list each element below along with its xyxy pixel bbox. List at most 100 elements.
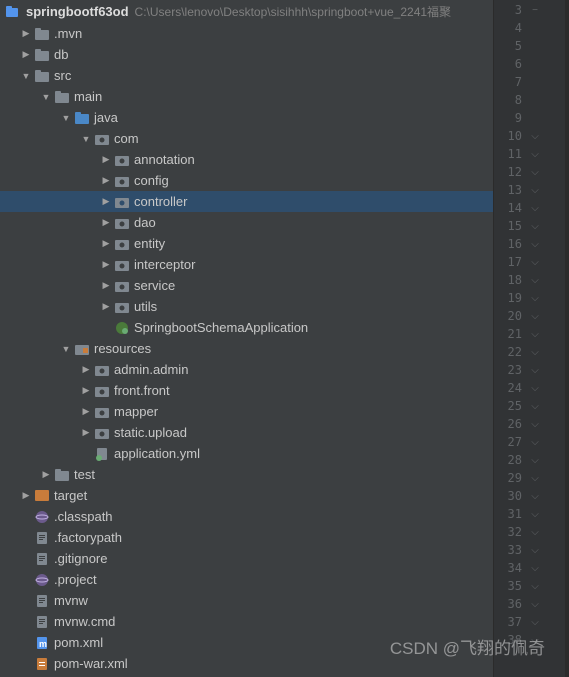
gutter-line[interactable]: 26⌵ [494,415,565,433]
gutter-marker-icon[interactable]: ⌵ [528,527,542,538]
gutter-marker-icon[interactable]: ⌵ [528,437,542,448]
gutter-line[interactable]: 4 [494,19,565,37]
gutter-marker-icon[interactable]: ⌵ [528,455,542,466]
expand-arrow-icon[interactable]: ▶ [80,427,92,439]
gutter-line[interactable]: 38⌵ [494,631,565,649]
gutter-line[interactable]: 21⌵ [494,325,565,343]
gutter-line[interactable]: 29⌵ [494,469,565,487]
gutter-line[interactable]: 36⌵ [494,595,565,613]
gutter-line[interactable]: 7 [494,73,565,91]
tree-item-gitignore[interactable]: .gitignore [0,548,493,569]
gutter-marker-icon[interactable]: ⌵ [528,599,542,610]
gutter-marker-icon[interactable]: ⌵ [528,257,542,268]
gutter-line[interactable]: 28⌵ [494,451,565,469]
expand-arrow-icon[interactable]: ▶ [80,385,92,397]
tree-item-target[interactable]: ▶ target [0,485,493,506]
gutter-line[interactable]: 27⌵ [494,433,565,451]
gutter-line[interactable]: 6 [494,55,565,73]
gutter-marker-icon[interactable]: ⌵ [528,221,542,232]
gutter-line[interactable]: 32⌵ [494,523,565,541]
tree-item-java[interactable]: ▼ java [0,107,493,128]
gutter-line[interactable]: 22⌵ [494,343,565,361]
expand-arrow-icon[interactable]: ▶ [20,49,32,61]
gutter-line[interactable]: 14⌵ [494,199,565,217]
tree-item-app-yml[interactable]: application.yml [0,443,493,464]
gutter-line[interactable]: 18⌵ [494,271,565,289]
tree-item-resources[interactable]: ▼ resources [0,338,493,359]
gutter-marker-icon[interactable]: ⌵ [528,563,542,574]
gutter-marker-icon[interactable]: ⌵ [528,509,542,520]
tree-item-mvnw[interactable]: mvnw [0,590,493,611]
tree-item-mvn[interactable]: ▶ .mvn [0,23,493,44]
gutter-marker-icon[interactable]: − [528,5,542,16]
tree-item-mapper[interactable]: ▶ mapper [0,401,493,422]
gutter-line[interactable]: 30⌵ [494,487,565,505]
gutter-line[interactable]: 35⌵ [494,577,565,595]
gutter-marker-icon[interactable]: ⌵ [528,149,542,160]
collapse-arrow-icon[interactable]: ▼ [40,91,52,103]
gutter-marker-icon[interactable]: ⌵ [528,617,542,628]
tree-item-src[interactable]: ▼ src [0,65,493,86]
expand-arrow-icon[interactable]: ▶ [100,238,112,250]
tree-item-dao[interactable]: ▶ dao [0,212,493,233]
gutter-marker-icon[interactable]: ⌵ [528,311,542,322]
tree-item-pom-xml[interactable]: m pom.xml [0,632,493,653]
gutter-line[interactable]: 25⌵ [494,397,565,415]
project-tree-panel[interactable]: springbootf63od C:\Users\lenovo\Desktop\… [0,0,493,677]
expand-arrow-icon[interactable]: ▶ [80,406,92,418]
tree-item-springboot-app[interactable]: SpringbootSchemaApplication [0,317,493,338]
gutter-marker-icon[interactable]: ⌵ [528,419,542,430]
expand-arrow-icon[interactable]: ▶ [100,175,112,187]
gutter-line[interactable]: 20⌵ [494,307,565,325]
gutter-line[interactable]: 15⌵ [494,217,565,235]
tree-item-project[interactable]: .project [0,569,493,590]
gutter-line[interactable]: 9 [494,109,565,127]
gutter-marker-icon[interactable]: ⌵ [528,581,542,592]
tree-item-main[interactable]: ▼ main [0,86,493,107]
gutter-marker-icon[interactable]: ⌵ [528,383,542,394]
gutter-marker-icon[interactable]: ⌵ [528,545,542,556]
gutter-line[interactable]: 16⌵ [494,235,565,253]
expand-arrow-icon[interactable]: ▶ [100,154,112,166]
gutter-line[interactable]: 5 [494,37,565,55]
expand-arrow-icon[interactable]: ▶ [100,280,112,292]
gutter-marker-icon[interactable]: ⌵ [528,347,542,358]
gutter-line[interactable]: 19⌵ [494,289,565,307]
tree-item-static-upload[interactable]: ▶ static.upload [0,422,493,443]
collapse-arrow-icon[interactable]: ▼ [20,70,32,82]
gutter-marker-icon[interactable]: ⌵ [528,491,542,502]
tree-item-factorypath[interactable]: .factorypath [0,527,493,548]
gutter-line[interactable]: 23⌵ [494,361,565,379]
tree-item-front[interactable]: ▶ front.front [0,380,493,401]
gutter-marker-icon[interactable]: ⌵ [528,131,542,142]
tree-item-test[interactable]: ▶ test [0,464,493,485]
gutter-line[interactable]: 31⌵ [494,505,565,523]
gutter-marker-icon[interactable]: ⌵ [528,239,542,250]
collapse-arrow-icon[interactable]: ▼ [60,343,72,355]
tree-item-config[interactable]: ▶ config [0,170,493,191]
expand-arrow-icon[interactable]: ▶ [100,196,112,208]
expand-arrow-icon[interactable]: ▶ [20,28,32,40]
expand-arrow-icon[interactable]: ▶ [40,469,52,481]
expand-arrow-icon[interactable]: ▶ [80,364,92,376]
gutter-marker-icon[interactable]: ⌵ [528,203,542,214]
gutter-marker-icon[interactable]: ⌵ [528,401,542,412]
editor-area[interactable] [565,0,569,677]
tree-item-annotation[interactable]: ▶ annotation [0,149,493,170]
tree-item-controller[interactable]: ▶ controller [0,191,493,212]
tree-item-db[interactable]: ▶ db [0,44,493,65]
gutter-line[interactable]: 3− [494,1,565,19]
expand-arrow-icon[interactable]: ▶ [100,217,112,229]
gutter-line[interactable]: 11⌵ [494,145,565,163]
gutter-marker-icon[interactable]: ⌵ [528,275,542,286]
gutter-line[interactable]: 10⌵ [494,127,565,145]
project-header[interactable]: springbootf63od C:\Users\lenovo\Desktop\… [0,0,493,23]
tree-item-classpath[interactable]: .classpath [0,506,493,527]
tree-item-service[interactable]: ▶ service [0,275,493,296]
gutter-line[interactable]: 12⌵ [494,163,565,181]
gutter-marker-icon[interactable]: ⌵ [528,365,542,376]
tree-item-com[interactable]: ▼ com [0,128,493,149]
gutter-marker-icon[interactable]: ⌵ [528,167,542,178]
gutter-marker-icon[interactable]: ⌵ [528,635,542,646]
tree-item-pom-war[interactable]: pom-war.xml [0,653,493,674]
